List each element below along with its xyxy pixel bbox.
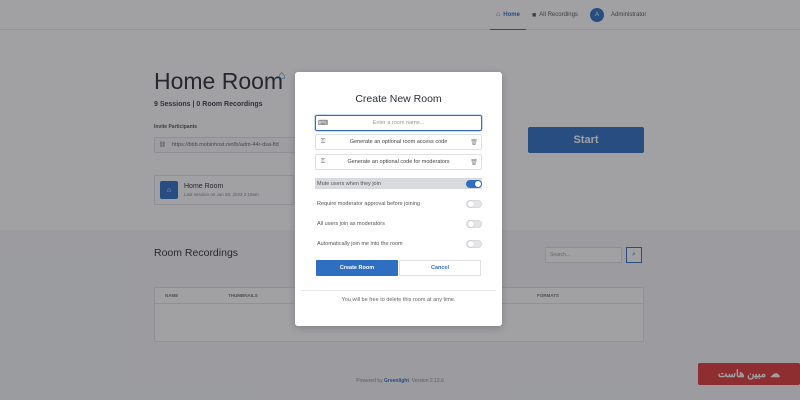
moderator-code-row[interactable]: ⚿ Generate an optional code for moderato… xyxy=(315,154,482,170)
setting-auto-join: Automatically join me into the room xyxy=(315,238,482,249)
setting-label: All users join as moderators xyxy=(317,220,385,227)
trash-icon[interactable]: 🗑 xyxy=(467,139,481,146)
mute-on-join-toggle[interactable] xyxy=(466,179,482,188)
create-room-button[interactable]: Create Room xyxy=(316,260,398,276)
modal-note: You will be free to delete this room at … xyxy=(341,297,456,303)
all-moderators-toggle[interactable] xyxy=(466,219,482,228)
key-icon: ⚿ xyxy=(320,138,326,145)
divider xyxy=(301,290,496,291)
setting-require-approval: Require moderator approval before joinin… xyxy=(315,198,482,209)
room-name-placeholder: Enter a room name... xyxy=(372,120,425,126)
room-name-input[interactable]: ⌨ Enter a room name... xyxy=(315,115,482,131)
access-code-label: Generate an optional room access code xyxy=(349,139,448,145)
cancel-button[interactable]: Cancel xyxy=(399,260,481,276)
setting-mute-on-join: Mute users when they join xyxy=(315,178,482,189)
access-code-row[interactable]: ⚿ Generate an optional room access code … xyxy=(315,134,482,150)
setting-all-moderators: All users join as moderators xyxy=(315,218,482,229)
moderator-code-label: Generate an optional code for moderators xyxy=(347,159,450,165)
auto-join-toggle[interactable] xyxy=(466,239,482,248)
require-approval-toggle[interactable] xyxy=(466,199,482,208)
setting-label: Automatically join me into the room xyxy=(317,240,403,247)
create-room-modal: Create New Room ⌨ Enter a room name... ⚿… xyxy=(295,72,502,326)
key-icon: ⚿ xyxy=(320,158,326,165)
setting-label: Mute users when they join xyxy=(317,180,381,187)
trash-icon[interactable]: 🗑 xyxy=(467,159,481,166)
setting-label: Require moderator approval before joinin… xyxy=(317,200,421,207)
room-name-icon: ⌨ xyxy=(317,120,329,127)
modal-title: Create New Room xyxy=(355,93,442,105)
